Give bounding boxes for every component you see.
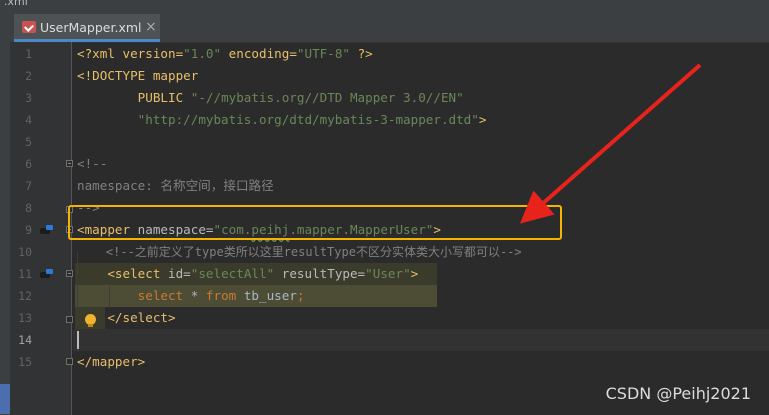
red-arrow-annotation [519,63,702,224]
watermark: CSDN @Peihj2021 [605,384,751,403]
